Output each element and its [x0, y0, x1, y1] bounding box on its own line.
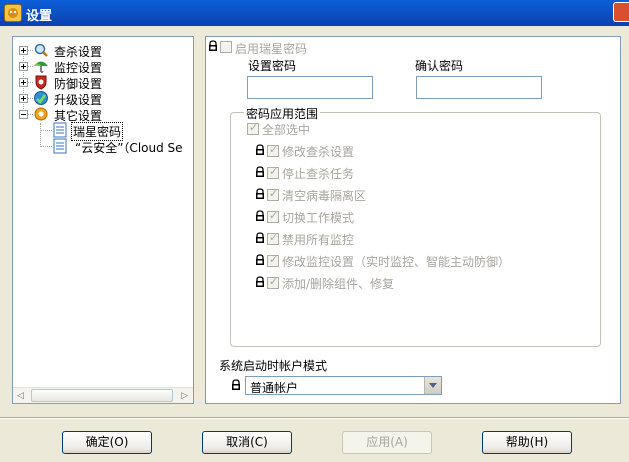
app-logo-icon: [4, 4, 22, 22]
tree-item-label: “云安全”（Cloud Se: [75, 141, 183, 155]
settings-icon: [33, 106, 49, 122]
tree-item-rising-password[interactable]: 瑞星密码: [13, 122, 193, 141]
collapse-icon[interactable]: [19, 110, 28, 119]
lock-icon: [254, 254, 266, 266]
password-scope-title: 密码应用范围: [244, 105, 321, 122]
lock-icon: [207, 40, 219, 52]
enable-password-checkbox[interactable]: [220, 41, 232, 53]
shield-icon: [33, 74, 49, 90]
select-all-label: 全部选中: [262, 123, 311, 137]
lock-icon: [254, 232, 266, 244]
scope-item-label: 添加/删除组件、修复: [282, 277, 395, 291]
lock-icon: [254, 210, 266, 222]
tree-item-monitor[interactable]: 监控设置: [13, 58, 193, 75]
settings-window: 查杀设置 监控设置 防御设置 升级设置 其它设置 瑞星密码 “云安全”（Clou…: [0, 26, 629, 462]
help-button[interactable]: 帮助(H): [482, 431, 572, 454]
tree-item-defense[interactable]: 防御设置: [13, 74, 193, 91]
scroll-left-icon[interactable]: ◁: [17, 391, 24, 401]
scope-checkbox[interactable]: [267, 165, 279, 179]
tree-item-upgrade[interactable]: 升级设置: [13, 90, 193, 107]
expand-icon[interactable]: [19, 62, 28, 71]
ok-button[interactable]: 确定(O): [62, 431, 152, 454]
scroll-right-icon[interactable]: ▷: [181, 391, 188, 401]
scope-checkbox[interactable]: [267, 209, 279, 223]
scope-item-label: 清空病毒隔离区: [282, 189, 367, 203]
cancel-button[interactable]: 取消(C): [202, 431, 292, 454]
separator: [0, 417, 629, 419]
lock-icon: [254, 144, 266, 156]
tree-item-other[interactable]: 其它设置: [13, 106, 193, 123]
expand-icon[interactable]: [19, 46, 28, 55]
select-all-checkbox[interactable]: [247, 121, 259, 135]
scope-checkbox[interactable]: [267, 253, 279, 267]
password-settings-panel: 启用瑞星密码 设置密码 确认密码 密码应用范围 全部选中 修改查杀设置 停止查杀…: [205, 36, 621, 404]
scope-item-label: 停止查杀任务: [282, 167, 355, 181]
set-password-label: 设置密码: [248, 59, 297, 73]
account-mode-label: 系统启动时帐户模式: [219, 359, 328, 373]
scope-item-label: 切换工作模式: [282, 211, 355, 225]
close-button[interactable]: [613, 2, 629, 22]
window-title: 设置: [26, 9, 53, 24]
scope-checkbox[interactable]: [267, 275, 279, 289]
scope-item-label: 修改查杀设置: [282, 145, 355, 159]
document-icon: [52, 122, 68, 138]
scope-item-label: 禁用所有监控: [282, 233, 355, 247]
document-icon: [52, 138, 68, 154]
scope-item-label: 修改监控设置（实时监控、智能主动防御）: [282, 255, 511, 269]
confirm-password-input[interactable]: [416, 76, 542, 99]
lock-icon: [254, 188, 266, 200]
lock-icon: [230, 379, 242, 391]
chevron-down-icon[interactable]: [424, 377, 441, 394]
tree-item-cloud-security[interactable]: “云安全”（Cloud Se: [13, 138, 193, 155]
lock-icon: [254, 166, 266, 178]
account-mode-value: 普通帐户: [250, 381, 299, 395]
expand-icon[interactable]: [19, 94, 28, 103]
lock-icon: [254, 276, 266, 288]
set-password-input[interactable]: [247, 76, 373, 99]
tree-item-scan[interactable]: 查杀设置: [13, 42, 193, 59]
confirm-password-label: 确认密码: [415, 59, 464, 73]
umbrella-icon: [33, 58, 49, 74]
expand-icon[interactable]: [19, 78, 28, 87]
account-mode-select[interactable]: 普通帐户: [245, 376, 442, 395]
enable-password-label: 启用瑞星密码: [235, 42, 308, 56]
upgrade-icon: [33, 90, 49, 106]
settings-tree: 查杀设置 监控设置 防御设置 升级设置 其它设置 瑞星密码 “云安全”（Clou…: [12, 36, 194, 404]
scrollbar-thumb[interactable]: [31, 389, 173, 402]
title-bar: 设置: [0, 0, 629, 26]
scope-checkbox[interactable]: [267, 187, 279, 201]
scan-icon: [33, 42, 49, 58]
horizontal-scrollbar[interactable]: ◁ ▷: [13, 387, 193, 403]
apply-button[interactable]: 应用(A): [342, 431, 432, 454]
scope-checkbox[interactable]: [267, 143, 279, 157]
scope-checkbox[interactable]: [267, 231, 279, 245]
